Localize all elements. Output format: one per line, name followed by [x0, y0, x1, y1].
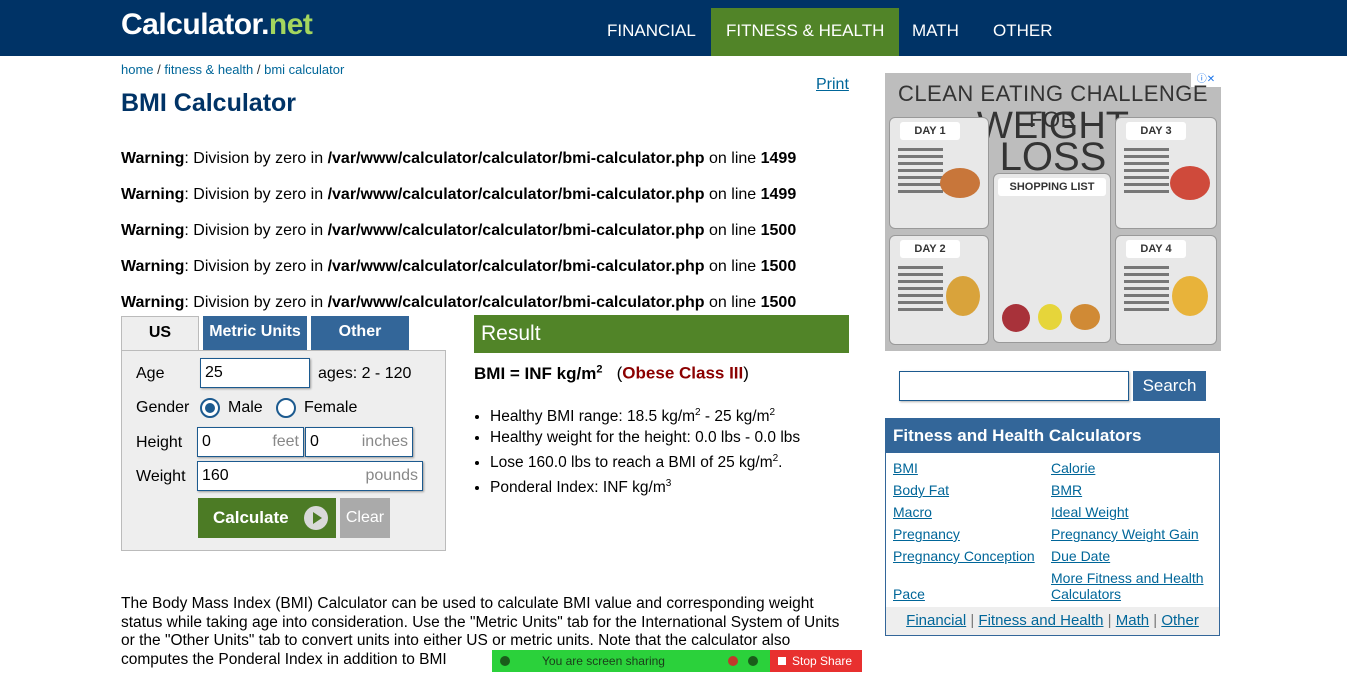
- sidebar-link-ideal-weight[interactable]: Ideal Weight: [1051, 504, 1129, 520]
- breadcrumb-sep: /: [253, 62, 265, 77]
- screen-share-bar: You are screen sharing: [492, 650, 770, 672]
- sidebar-link-body-fat[interactable]: Body Fat: [893, 482, 949, 498]
- sidebar-link-bmr[interactable]: BMR: [1051, 482, 1082, 498]
- bmi-class: Obese Class III: [622, 363, 744, 383]
- list-item: Ponderal Index: INF kg/m3: [490, 473, 800, 498]
- page-title: BMI Calculator: [121, 89, 297, 117]
- weight-label: Weight: [136, 468, 186, 485]
- age-value: 25: [205, 364, 223, 381]
- logo-net: net: [268, 8, 313, 41]
- logo-dot: .: [261, 8, 269, 41]
- top-navigation-bar: Calculator.net FINANCIAL FITNESS & HEALT…: [0, 0, 1347, 56]
- ad-day-card: DAY 3: [1115, 117, 1217, 229]
- footer-link-fitness-health[interactable]: Fitness and Health: [978, 612, 1103, 629]
- sidebar-link-more-fitness[interactable]: More Fitness and Health: [1051, 570, 1204, 586]
- gender-male-label[interactable]: Male: [228, 399, 263, 417]
- tab-metric-units[interactable]: Metric Units: [203, 316, 307, 350]
- age-input[interactable]: 25: [200, 358, 310, 388]
- php-warning: Warning: Division by zero in /var/www/ca…: [121, 294, 797, 311]
- height-feet-unit: feet: [272, 433, 299, 450]
- sidebar-link-pregnancy[interactable]: Pregnancy: [893, 526, 960, 542]
- search-button[interactable]: Search: [1133, 371, 1206, 401]
- play-icon: [304, 506, 328, 530]
- ad-day-card: DAY 1: [889, 117, 989, 229]
- php-warning: Warning: Division by zero in /var/www/ca…: [121, 150, 797, 167]
- gender-male-radio[interactable]: [200, 398, 220, 418]
- sidebar-heading: Fitness and Health Calculators: [886, 419, 1219, 453]
- fitness-health-calculators-box: Fitness and Health Calculators BMI Body …: [885, 418, 1220, 636]
- result-details-list: Healthy BMI range: 18.5 kg/m2 - 25 kg/m2…: [474, 402, 800, 498]
- breadcrumb: home / fitness & health / bmi calculator: [121, 62, 344, 77]
- ad-shopping-list: SHOPPING LIST: [993, 173, 1111, 343]
- nav-financial[interactable]: FINANCIAL: [592, 8, 711, 56]
- weight-input[interactable]: 160 pounds: [197, 461, 423, 491]
- breadcrumb-home[interactable]: home: [121, 62, 154, 77]
- sidebar-link-pregnancy-weight-gain[interactable]: Pregnancy Weight Gain: [1051, 526, 1199, 542]
- print-link[interactable]: Print: [816, 76, 849, 94]
- height-feet-value: 0: [202, 433, 211, 450]
- advertisement-banner[interactable]: ⓘ✕ CLEAN EATING CHALLENGE FOR WEIGHT LOS…: [885, 73, 1221, 351]
- height-inches-input[interactable]: 0 inches: [305, 427, 413, 457]
- nav-other[interactable]: OTHER: [978, 8, 1068, 56]
- sidebar-link-more-fitness-2[interactable]: Calculators: [1051, 586, 1121, 602]
- shield-icon[interactable]: [748, 656, 758, 666]
- sidebar-link-calorie[interactable]: Calorie: [1051, 460, 1095, 476]
- sidebar-link-pregnancy-conception[interactable]: Pregnancy Conception: [893, 548, 1035, 564]
- sidebar-link-macro[interactable]: Macro: [893, 504, 932, 520]
- logo-main: Calculator: [121, 8, 262, 41]
- php-warning: Warning: Division by zero in /var/www/ca…: [121, 186, 797, 203]
- sidebar-footer-links: Financial | Fitness and Health | Math | …: [886, 607, 1219, 635]
- result-heading: Result: [474, 315, 849, 353]
- search-input[interactable]: [899, 371, 1129, 401]
- sidebar-link-due-date[interactable]: Due Date: [1051, 548, 1110, 564]
- height-inches-value: 0: [310, 433, 319, 450]
- sidebar-link-pace[interactable]: Pace: [893, 586, 925, 602]
- clear-button[interactable]: Clear: [340, 498, 390, 538]
- list-item: Lose 160.0 lbs to reach a BMI of 25 kg/m…: [490, 448, 800, 473]
- breadcrumb-bmi-calculator[interactable]: bmi calculator: [264, 62, 344, 77]
- list-item: Healthy BMI range: 18.5 kg/m2 - 25 kg/m2: [490, 402, 800, 427]
- age-label: Age: [136, 365, 165, 382]
- nav-fitness-health[interactable]: FITNESS & HEALTH: [711, 8, 900, 56]
- height-label: Height: [136, 434, 183, 451]
- weight-unit: pounds: [365, 467, 419, 484]
- sidebar-link-bmi[interactable]: BMI: [893, 460, 918, 476]
- stop-share-button[interactable]: Stop Share: [770, 650, 862, 672]
- ad-day-card: DAY 4: [1115, 235, 1217, 345]
- footer-link-math[interactable]: Math: [1116, 612, 1149, 629]
- footer-link-financial[interactable]: Financial: [906, 612, 966, 629]
- php-warning: Warning: Division by zero in /var/www/ca…: [121, 222, 797, 239]
- gender-female-label[interactable]: Female: [304, 399, 357, 417]
- ad-day-card: DAY 2: [889, 235, 989, 345]
- weight-value: 160: [202, 467, 229, 484]
- age-hint: ages: 2 - 120: [318, 365, 412, 382]
- php-warning: Warning: Division by zero in /var/www/ca…: [121, 258, 797, 275]
- site-logo[interactable]: Calculator.net: [121, 8, 313, 42]
- tab-us-units[interactable]: US Units: [121, 316, 199, 373]
- calculate-label: Calculate: [213, 508, 289, 527]
- camera-icon[interactable]: [728, 656, 738, 666]
- calculate-button[interactable]: Calculate: [198, 498, 336, 538]
- bmi-result: BMI = INF kg/m2 (Obese Class III): [474, 363, 749, 383]
- phone-icon: [500, 656, 510, 666]
- list-item: Healthy weight for the height: 0.0 lbs -…: [490, 427, 800, 448]
- breadcrumb-fitness-health[interactable]: fitness & health: [164, 62, 253, 77]
- nav-math[interactable]: MATH: [897, 8, 974, 56]
- gender-label: Gender: [136, 399, 190, 416]
- gender-female-radio[interactable]: [276, 398, 296, 418]
- tab-other-units[interactable]: Other Units: [311, 316, 409, 372]
- height-inches-unit: inches: [361, 433, 408, 450]
- breadcrumb-sep: /: [153, 62, 165, 77]
- screen-share-text: You are screen sharing: [542, 654, 665, 668]
- height-feet-input[interactable]: 0 feet: [197, 427, 304, 457]
- footer-link-other[interactable]: Other: [1161, 612, 1199, 629]
